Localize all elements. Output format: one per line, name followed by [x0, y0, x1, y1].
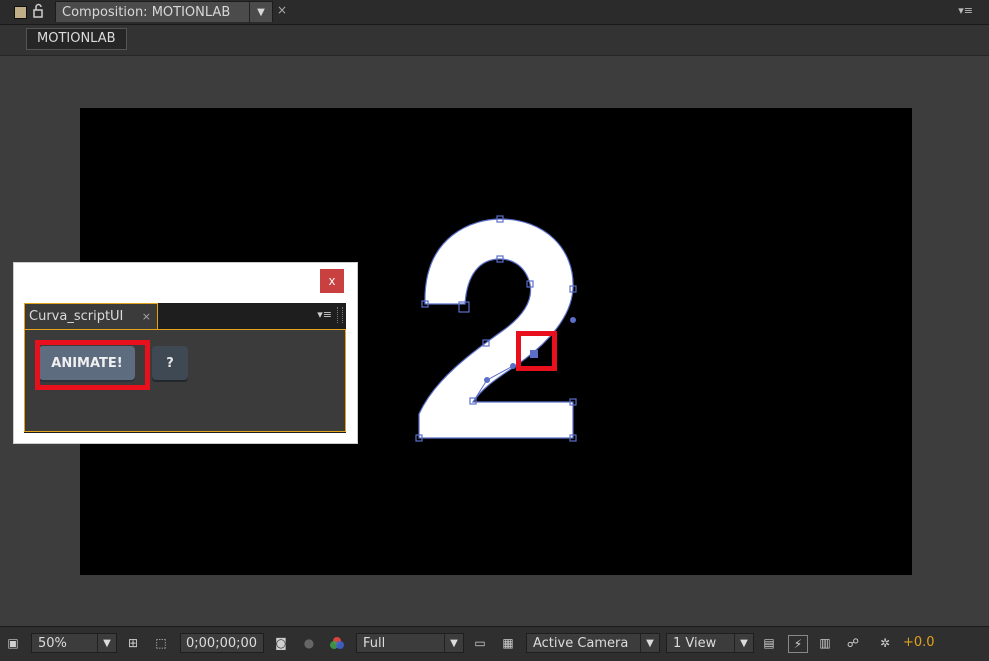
mask-visibility-icon[interactable]: ⬚ [152, 635, 170, 651]
view-layout-value: 1 View [673, 636, 717, 651]
exposure-value[interactable]: +0.0 [903, 635, 935, 650]
snapshot-icon[interactable]: ◙ [272, 635, 290, 651]
resolution-dropdown[interactable]: Full ▼ [356, 633, 464, 653]
close-icon[interactable]: × [142, 304, 151, 330]
camera-value: Active Camera [533, 636, 629, 651]
label-color-swatch[interactable] [14, 6, 27, 19]
animate-button[interactable]: ANIMATE! [39, 346, 135, 380]
window-close-button[interactable]: x [320, 269, 344, 293]
timeline-icon[interactable]: ▥ [816, 635, 834, 651]
chevron-down-icon: ▼ [640, 634, 659, 652]
safe-margins-icon[interactable]: ⊞ [124, 635, 142, 651]
shape-layer-digit[interactable] [415, 214, 585, 444]
panel-menu-icon[interactable]: ▾≡ [317, 308, 332, 321]
panel-menu-icon[interactable]: ▾≡ [958, 4, 973, 17]
fast-preview-icon[interactable]: ⚡ [788, 635, 808, 653]
digit-shape-path [418, 218, 574, 439]
resolution-value: Full [363, 636, 386, 651]
close-icon[interactable]: × [277, 3, 287, 17]
view-layout-dropdown[interactable]: 1 View ▼ [666, 633, 754, 653]
always-preview-icon[interactable]: ▣ [4, 635, 22, 651]
breadcrumb-bar: MOTIONLAB [0, 25, 989, 56]
magnification-value: 50% [38, 636, 67, 651]
composition-tab-label: Composition: MOTIONLAB [62, 5, 231, 20]
camera-dropdown[interactable]: Active Camera ▼ [526, 633, 660, 653]
magnification-dropdown[interactable]: 50% ▼ [31, 633, 117, 653]
tab-composition[interactable]: Composition: MOTIONLAB ▼ [55, 1, 273, 23]
lock-icon[interactable] [30, 3, 46, 19]
script-panel-body: ANIMATE! ? [24, 329, 346, 432]
show-snapshot-icon[interactable]: ● [300, 635, 318, 651]
panel-tab-label: Curva_scriptUI [29, 309, 124, 324]
show-channel-icon[interactable] [328, 635, 346, 651]
flowchart-icon[interactable]: ☍ [844, 635, 862, 651]
pixel-aspect-icon[interactable]: ▤ [760, 635, 778, 651]
exposure-reset-icon[interactable]: ✲ [876, 635, 894, 651]
panel-grip-icon[interactable] [337, 307, 343, 323]
composition-panel-header: Composition: MOTIONLAB ▼ × ▾≡ [0, 0, 989, 25]
current-time-field[interactable]: 0;00;00;00 [180, 633, 264, 653]
chevron-down-icon: ▼ [444, 634, 463, 652]
rgb-channels-icon [330, 637, 344, 649]
chevron-down-icon: ▼ [97, 634, 116, 652]
script-panel: Curva_scriptUI × ▾≡ ANIMATE! ? [24, 303, 346, 433]
tab-curva-scriptui[interactable]: Curva_scriptUI × [24, 303, 158, 329]
help-button[interactable]: ? [152, 346, 188, 380]
breadcrumb[interactable]: MOTIONLAB [26, 28, 127, 50]
viewer-toolbar: ▣ 50% ▼ ⊞ ⬚ 0;00;00;00 ◙ ● Full ▼ ▭ ▦ Ac… [0, 626, 989, 661]
region-of-interest-icon[interactable]: ▭ [471, 635, 489, 651]
chevron-down-icon: ▼ [734, 634, 753, 652]
transparency-grid-icon[interactable]: ▦ [499, 635, 517, 651]
script-ui-window: x Curva_scriptUI × ▾≡ ANIMATE! ? [13, 262, 358, 444]
chevron-down-icon[interactable]: ▼ [249, 2, 272, 23]
